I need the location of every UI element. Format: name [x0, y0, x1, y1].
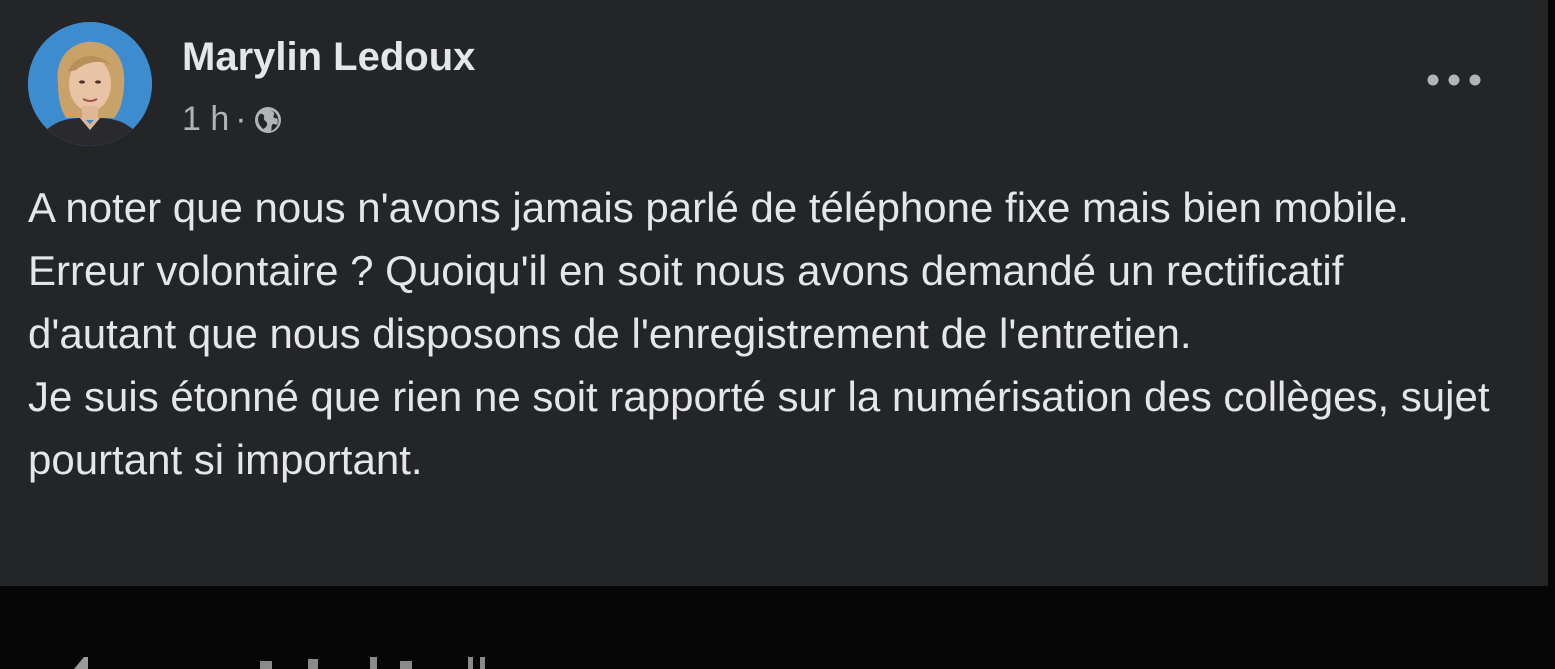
more-options-button[interactable]: [1414, 58, 1494, 102]
post-timestamp[interactable]: 1 h: [182, 100, 229, 139]
facebook-post-card: Marylin Ledoux 1 h · A noter que nous n'…: [0, 0, 1548, 586]
post-body-text: A noter que nous n'avons jamais parlé de…: [28, 184, 1490, 483]
globe-icon[interactable]: [253, 105, 283, 135]
more-options-icon: [1427, 74, 1481, 86]
avatar-portrait-image: [28, 22, 152, 146]
author-avatar[interactable]: [28, 22, 152, 146]
post-header: Marylin Ledoux 1 h ·: [28, 22, 1548, 152]
post-meta: 1 h ·: [182, 98, 283, 140]
cutoff-link-preview-text: [74, 657, 485, 669]
meta-separator: ·: [235, 99, 247, 138]
author-name[interactable]: Marylin Ledoux: [182, 34, 475, 80]
